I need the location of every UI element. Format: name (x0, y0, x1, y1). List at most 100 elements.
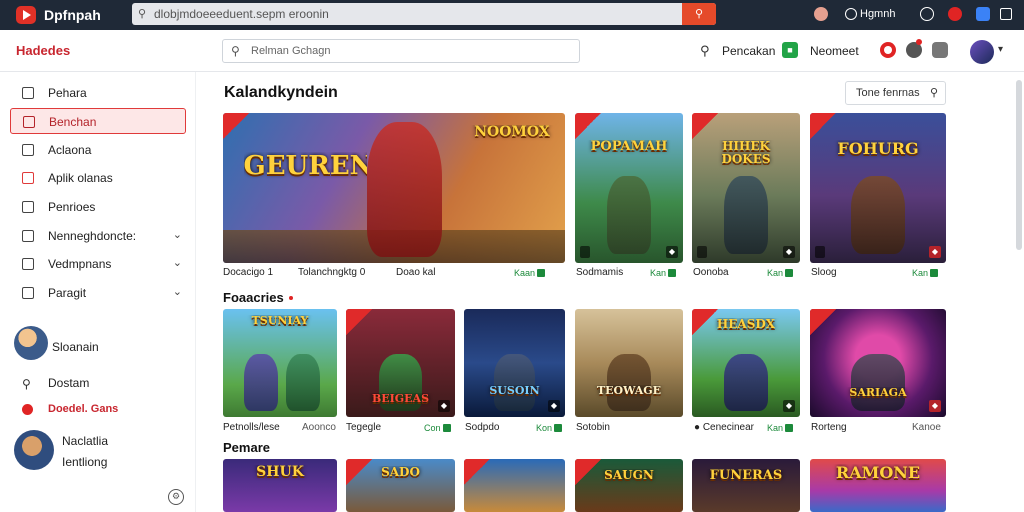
featured-game-tile[interactable]: GEUREN NOOMOX (223, 113, 565, 263)
chat-icon (22, 258, 34, 270)
sidebar-item-label: Benchan (49, 115, 97, 129)
header-link-2[interactable]: Neomeet (810, 44, 859, 58)
game-hero-figure (285, 354, 320, 411)
game-logo: GEUREN (243, 152, 367, 181)
chevron-down-icon[interactable]: ⌄ (173, 285, 182, 298)
address-bar[interactable]: ⚲ dlobjmdoeeeduent.sepm eroonin (132, 3, 716, 25)
game-caption[interactable]: Oonoba (693, 267, 729, 278)
avatar[interactable] (14, 430, 54, 470)
box-icon (22, 172, 34, 184)
topbar-user-label[interactable]: Hgmnh (860, 8, 895, 20)
sidebar-item-label: Aplik olanas (48, 171, 113, 185)
game-tile[interactable]: BEIGEAS ◆ (346, 309, 455, 417)
game-hero-figure (243, 354, 278, 411)
game-caption[interactable]: Tegegle (346, 422, 381, 433)
app-logo-icon[interactable] (16, 6, 36, 24)
scrollbar[interactable] (1016, 80, 1022, 250)
sidebar-item-label: Nenneghdoncte: (48, 229, 137, 243)
chevron-down-icon[interactable]: ⌄ (173, 256, 182, 269)
game-caption[interactable]: Sotobin (576, 422, 610, 433)
game-tile[interactable]: SARIAGA ◆ (810, 309, 946, 417)
record-icon[interactable] (880, 42, 896, 58)
game-tile[interactable]: POPAMAH ◆ (575, 113, 683, 263)
apps-icon[interactable] (976, 7, 990, 21)
game-caption[interactable]: ● Cenecinear (694, 422, 754, 433)
chevron-down-icon[interactable]: ⌄ (173, 228, 182, 241)
game-hero-figure (724, 354, 768, 411)
live-icon (22, 404, 33, 415)
sidebar-user2-line1[interactable]: Naclatlia (62, 434, 108, 448)
time-icon[interactable] (845, 8, 857, 20)
game-tile[interactable]: TEOWAGE (575, 309, 683, 417)
game-caption[interactable]: Sodmamis (576, 267, 623, 278)
game-tile[interactable]: SUSOIN ◆ (464, 309, 565, 417)
price-tag-icon (785, 424, 794, 432)
sidebar-item-6[interactable]: Vedmpnans ⌄ (10, 251, 186, 277)
game-caption-meta: Kanoe (912, 422, 941, 433)
game-tile[interactable]: SADO (346, 459, 455, 512)
game-tile[interactable]: FOHURG ◆ (810, 113, 946, 263)
heart-icon[interactable] (920, 7, 934, 21)
game-tile[interactable]: FUNERAS (692, 459, 800, 512)
game-tile[interactable] (464, 459, 565, 512)
header-link-1[interactable]: Pencakan (722, 44, 775, 58)
game-logo: TSUNIAY (251, 315, 309, 328)
home-icon (22, 87, 34, 99)
green-badge-icon[interactable]: ■ (782, 42, 798, 58)
record-icon[interactable] (948, 7, 962, 21)
chevron-down-icon[interactable]: ▾ (998, 44, 1003, 55)
sidebar-item-1[interactable]: Benchan (10, 108, 186, 134)
game-price-text: Kan (767, 268, 784, 278)
sidebar-live-link[interactable]: Doedel. Gans (48, 403, 118, 415)
game-price-text: Kaan (514, 268, 536, 278)
game-caption[interactable]: Sodpdo (465, 422, 499, 433)
new-badge (464, 459, 490, 485)
game-caption[interactable]: Sloog (811, 267, 837, 278)
game-tile[interactable]: SHUK (223, 459, 337, 512)
sidebar-item-5[interactable]: Nenneghdoncte: ⌄ (10, 223, 186, 249)
game-caption[interactable]: Rorteng (811, 422, 847, 433)
sidebar-extra-link[interactable]: Dostam (48, 376, 89, 390)
game-logo: SUSOIN (489, 384, 540, 397)
game-tile[interactable]: TSUNIAY (223, 309, 337, 417)
avatar[interactable] (970, 40, 994, 64)
game-tile[interactable]: RAMONE (810, 459, 946, 512)
game-logo-secondary: NOOMOX (474, 125, 550, 140)
avatar[interactable] (14, 326, 48, 360)
game-caption[interactable]: Docacigo 1 (223, 267, 273, 278)
game-caption[interactable]: Petnolls/lese (223, 422, 280, 433)
game-hero-figure (724, 176, 768, 254)
game-tile[interactable]: HIHEK DOKES ◆ (692, 113, 800, 263)
sidebar-item-7[interactable]: Paragit ⌄ (10, 280, 186, 306)
search-icon: ⚲ (138, 8, 147, 20)
filter-button[interactable]: Tone fenrnas ⚲ (845, 81, 946, 105)
site-brand[interactable]: Hadedes (16, 43, 70, 58)
window-icon[interactable] (1000, 8, 1012, 20)
sidebar-item-3[interactable]: Aplik olanas (10, 165, 186, 191)
game-price: Kan (767, 268, 794, 278)
new-badge (223, 113, 249, 139)
sidebar-user-name[interactable]: Sloanain (52, 340, 99, 354)
game-caption-meta: Doao kal (396, 267, 436, 278)
address-search-button[interactable]: ⚲ (682, 3, 716, 25)
section-title: Kalandkyndein (224, 84, 338, 101)
game-price: Kan (650, 268, 677, 278)
sidebar-item-label: Vedmpnans (48, 257, 112, 271)
game-tile[interactable]: HEASDX ◆ (692, 309, 800, 417)
game-logo: FUNERAS (709, 468, 783, 483)
camera-icon[interactable] (932, 42, 948, 58)
new-badge (346, 459, 372, 485)
game-tile[interactable]: SAUGN (575, 459, 683, 512)
search-icon[interactable]: ⚲ (700, 43, 710, 59)
profile-icon[interactable] (814, 7, 828, 21)
sidebar-item-0[interactable]: Pehara (10, 80, 186, 106)
site-header: Hadedes ⚲ Relman Gchagn ⚲ Pencakan ■ Neo… (0, 30, 1024, 72)
section-title: Foaacries (223, 290, 284, 305)
settings-icon[interactable]: ⚙ (168, 489, 184, 505)
price-tag-icon (668, 269, 677, 277)
game-logo: BEIGEAS (371, 393, 430, 406)
game-price: Kan (912, 268, 939, 278)
sidebar-item-2[interactable]: Aclaona (10, 137, 186, 163)
site-search-input[interactable]: ⚲ Relman Gchagn (222, 39, 580, 63)
sidebar-item-4[interactable]: Penrioes (10, 194, 186, 220)
